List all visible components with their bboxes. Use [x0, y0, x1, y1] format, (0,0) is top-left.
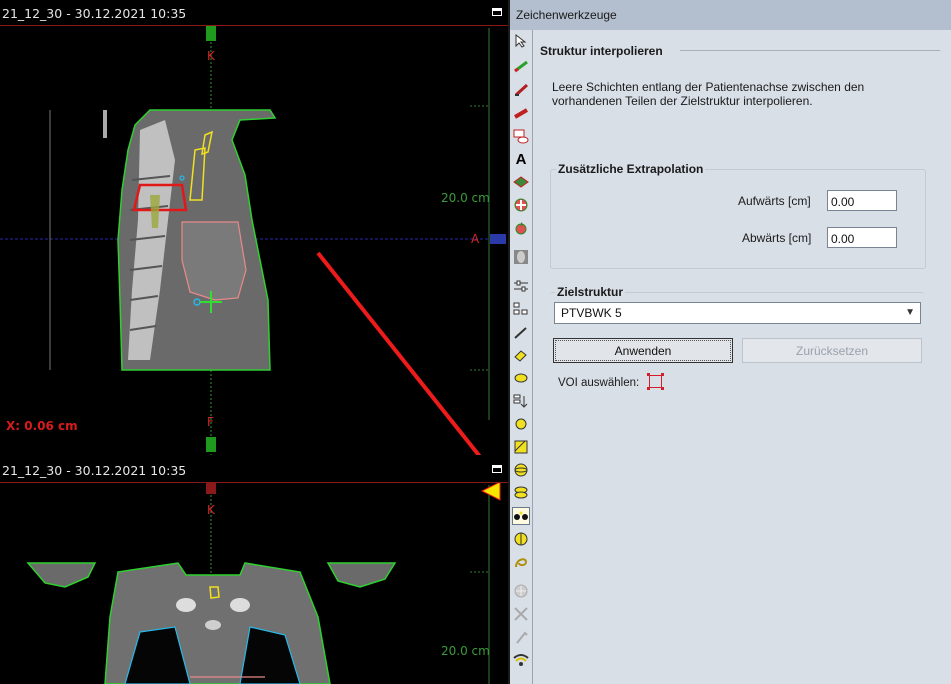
orientation-top-label: K [207, 49, 215, 63]
target-structure-title: Zielstruktur [555, 285, 626, 299]
move-disabled-icon[interactable] [512, 582, 530, 600]
extrapolation-group-title: Zusätzliche Extrapolation [556, 162, 706, 176]
up-label: Aufwärts [cm] [738, 194, 811, 208]
tree-structure-icon[interactable] [512, 300, 530, 318]
hook-disabled-icon[interactable] [512, 628, 530, 646]
panel-title: Zeichenwerkzeuge [510, 0, 951, 30]
section-title: Struktur interpolieren [540, 44, 663, 58]
drawing-tools-panel: Zeichenwerkzeuge A Struktur interpoliere… [510, 0, 951, 684]
lasso-icon[interactable] [512, 553, 530, 571]
scale-label: 20.0 cm [441, 191, 490, 205]
extrapolation-group: Zusätzliche Extrapolation Aufwärts [cm] … [550, 162, 926, 269]
stack-icon[interactable] [512, 484, 530, 502]
annotation-arrow-head [480, 481, 501, 501]
viewer-title: 21_12_30 - 30.12.2021 10:35 [2, 6, 187, 21]
eraser-icon[interactable] [512, 346, 530, 364]
scissors-disabled-icon[interactable] [512, 605, 530, 623]
target-structure-select[interactable]: PTVBWK 5 ▼ [554, 302, 921, 324]
voi-select-icon[interactable] [647, 373, 664, 390]
orientation-bottom-label: F [207, 415, 214, 429]
viewer-header: 21_12_30 - 30.12.2021 10:35 [0, 457, 508, 483]
maximize-icon[interactable] [492, 8, 502, 16]
apply-button[interactable]: Anwenden [553, 338, 733, 363]
x-coordinate-readout: X: 0.06 cm [6, 419, 78, 433]
voi-select-label: VOI auswählen: [558, 377, 640, 389]
down-label: Abwärts [cm] [742, 231, 812, 245]
pointer-icon[interactable] [512, 32, 530, 50]
orientation-top-label: K [207, 503, 215, 517]
yellow-shape-icon[interactable] [512, 369, 530, 387]
tool-strip: A [510, 30, 533, 684]
brush-icon[interactable] [512, 81, 530, 99]
target-structure-value: PTVBWK 5 [561, 306, 622, 320]
rotate-icon[interactable] [512, 219, 530, 237]
description-text: Leere Schichten entlang der Patientenach… [552, 80, 865, 108]
wifi-icon[interactable] [512, 651, 530, 669]
orientation-right-label: A [471, 232, 480, 246]
maximize-icon[interactable] [492, 465, 502, 473]
hatch-icon[interactable] [512, 438, 530, 456]
down-extrapolation-input[interactable] [827, 227, 897, 248]
move-cross-icon[interactable] [512, 196, 530, 214]
section-divider [680, 50, 940, 51]
grid-3d-icon[interactable] [512, 173, 530, 191]
list-down-icon[interactable] [512, 392, 530, 410]
settings-sliders-icon[interactable] [512, 277, 530, 295]
image-thumb-icon[interactable] [512, 248, 530, 266]
text-icon[interactable]: A [512, 150, 530, 168]
reset-button[interactable]: Zurücksetzen [742, 338, 922, 363]
globe-icon[interactable] [512, 530, 530, 548]
circle-icon[interactable] [512, 415, 530, 433]
viewer-title: 21_12_30 - 30.12.2021 10:35 [2, 463, 187, 478]
sphere-icon[interactable] [512, 461, 530, 479]
coronal-image[interactable] [0, 457, 508, 684]
coronal-viewer[interactable]: 21_12_30 - 30.12.2021 10:35 K 20.0 cm [0, 457, 508, 684]
annotation-arrow-shaft [316, 251, 482, 455]
viewer-header: 21_12_30 - 30.12.2021 10:35 [0, 0, 508, 26]
sagittal-viewer[interactable]: 21_12_30 - 30.12.2021 10:35 K A F 20.0 c… [0, 0, 508, 455]
panel-content: Struktur interpolieren Leere Schichten e… [533, 30, 951, 684]
up-extrapolation-input[interactable] [827, 190, 897, 211]
sagittal-image[interactable] [0, 0, 508, 455]
scale-label: 20.0 cm [441, 644, 490, 658]
pencil-green-icon[interactable] [512, 57, 530, 75]
shape-cut-icon[interactable] [512, 127, 530, 145]
interpolate-icon[interactable] [512, 507, 530, 525]
chevron-down-icon: ▼ [905, 307, 915, 318]
ruler-icon[interactable] [512, 104, 530, 122]
pen-icon[interactable] [512, 324, 530, 342]
